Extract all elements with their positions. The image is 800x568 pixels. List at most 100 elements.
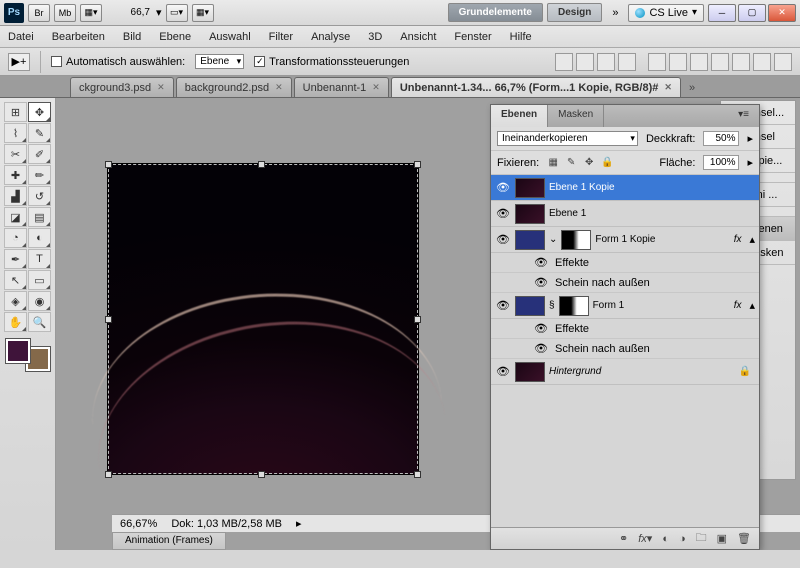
layer-thumb[interactable]: [515, 230, 545, 250]
close-icon[interactable]: ✕: [157, 82, 165, 93]
layer-name[interactable]: Form 1 Kopie: [595, 234, 729, 245]
window-minimize[interactable]: ─: [708, 4, 736, 22]
menu-fenster[interactable]: Fenster: [454, 31, 491, 43]
shape-tool[interactable]: ▭: [28, 270, 51, 290]
color-swatches[interactable]: [6, 339, 50, 371]
transform-handle[interactable]: [105, 161, 112, 168]
layer-item[interactable]: 👁 § Form 1 fx▴: [491, 293, 759, 319]
auto-select-checkbox[interactable]: Automatisch auswählen:: [51, 56, 185, 68]
lock-all-icon[interactable]: 🔒: [601, 157, 613, 169]
visibility-icon[interactable]: 👁: [533, 256, 549, 269]
align-icon[interactable]: [618, 53, 636, 71]
close-icon[interactable]: ✕: [372, 82, 380, 93]
lock-paint-icon[interactable]: ✎: [565, 157, 577, 169]
zoom-field[interactable]: [116, 5, 152, 21]
patch-tool[interactable]: ✚: [4, 165, 27, 185]
layer-effects-heading[interactable]: 👁Effekte: [491, 253, 759, 273]
transform-handle[interactable]: [105, 471, 112, 478]
pen-tool[interactable]: ✒: [4, 249, 27, 269]
3d-tool[interactable]: ◈: [4, 291, 27, 311]
current-tool-icon[interactable]: ▶+: [8, 53, 30, 71]
brush-tool[interactable]: ✏: [28, 165, 51, 185]
align-icon[interactable]: [711, 53, 729, 71]
new-layer-icon[interactable]: ▣: [717, 532, 727, 545]
dodge-tool[interactable]: ◐: [28, 228, 51, 248]
visibility-icon[interactable]: 👁: [495, 233, 511, 246]
menu-ebene[interactable]: Ebene: [159, 31, 191, 43]
transform-controls-checkbox[interactable]: Transformationssteuerungen: [254, 56, 409, 68]
tab-masken[interactable]: Masken: [548, 105, 604, 127]
workspace-more[interactable]: »: [606, 7, 624, 19]
layer-thumb[interactable]: [515, 178, 545, 198]
fill-field[interactable]: 100%: [703, 155, 739, 170]
layer-group-icon[interactable]: 🗀: [696, 529, 707, 548]
quickselect-tool[interactable]: ✎: [28, 123, 51, 143]
align-icon[interactable]: [753, 53, 771, 71]
doc-tab[interactable]: ckground3.psd✕: [70, 77, 174, 97]
layer-item[interactable]: 👁 Ebene 1: [491, 201, 759, 227]
layer-item[interactable]: 👁 Ebene 1 Kopie: [491, 175, 759, 201]
blur-tool[interactable]: ◔: [4, 228, 27, 248]
layer-mask-thumb[interactable]: [561, 230, 591, 250]
transform-handle[interactable]: [105, 316, 112, 323]
panel-menu-icon[interactable]: ▾≡: [728, 105, 759, 127]
layer-fx-icon[interactable]: fx▾: [638, 532, 652, 545]
align-icon[interactable]: [576, 53, 594, 71]
align-icon[interactable]: [774, 53, 792, 71]
layer-name[interactable]: Hintergrund: [549, 366, 735, 377]
layer-mask-icon[interactable]: ◐: [662, 533, 669, 545]
menu-hilfe[interactable]: Hilfe: [510, 31, 532, 43]
crop-tool[interactable]: ✂: [4, 144, 27, 164]
align-icon[interactable]: [732, 53, 750, 71]
extras-button[interactable]: ▦▾: [192, 4, 214, 22]
type-tool[interactable]: T: [28, 249, 51, 269]
align-icon[interactable]: [690, 53, 708, 71]
doc-tab[interactable]: Unbenannt-1✕: [294, 77, 389, 97]
layer-thumb[interactable]: [515, 204, 545, 224]
menu-ansicht[interactable]: Ansicht: [400, 31, 436, 43]
layer-name[interactable]: Ebene 1 Kopie: [549, 182, 755, 193]
screen-mode-button[interactable]: ▦▾: [80, 4, 102, 22]
window-maximize[interactable]: ▢: [738, 4, 766, 22]
cslive-button[interactable]: CS Live ▾: [628, 4, 704, 22]
layer-effects-heading[interactable]: 👁Effekte: [491, 319, 759, 339]
tab-ebenen[interactable]: Ebenen: [491, 105, 548, 127]
eraser-tool[interactable]: ◪: [4, 207, 27, 227]
layers-panel[interactable]: Ebenen Masken ▾≡ Ineinanderkopieren Deck…: [490, 104, 760, 550]
window-close[interactable]: ✕: [768, 4, 796, 22]
fx-icon[interactable]: fx: [734, 234, 742, 245]
transform-handle[interactable]: [414, 471, 421, 478]
opacity-flyout[interactable]: ▸: [747, 132, 753, 145]
arrange-button[interactable]: ▭▾: [166, 4, 188, 22]
layer-effect-item[interactable]: 👁Schein nach außen: [491, 339, 759, 359]
eyedropper-tool[interactable]: ✐: [28, 144, 51, 164]
history-brush-tool[interactable]: ↺: [28, 186, 51, 206]
fx-icon[interactable]: fx: [734, 300, 742, 311]
layer-effect-item[interactable]: 👁Schein nach außen: [491, 273, 759, 293]
transform-handle[interactable]: [258, 161, 265, 168]
transform-handle[interactable]: [414, 161, 421, 168]
layer-name[interactable]: Ebene 1: [549, 208, 755, 219]
close-icon[interactable]: ✕: [275, 82, 283, 93]
foreground-swatch[interactable]: [6, 339, 30, 363]
layer-item[interactable]: 👁 ⌄ Form 1 Kopie fx▴: [491, 227, 759, 253]
menu-3d[interactable]: 3D: [368, 31, 382, 43]
visibility-icon[interactable]: 👁: [533, 276, 549, 289]
menu-analyse[interactable]: Analyse: [311, 31, 350, 43]
auto-select-combo[interactable]: Ebene: [195, 54, 244, 69]
align-icon[interactable]: [555, 53, 573, 71]
delete-layer-icon[interactable]: 🗑: [737, 532, 751, 545]
transform-handle[interactable]: [414, 316, 421, 323]
zoom-tool[interactable]: 🔍: [28, 312, 51, 332]
path-select-tool[interactable]: ↖: [4, 270, 27, 290]
move-tool[interactable]: ✥: [28, 102, 51, 122]
lock-transparency-icon[interactable]: ▦: [547, 157, 559, 169]
3d-cam-tool[interactable]: ◉: [28, 291, 51, 311]
lasso-tool[interactable]: ⌇: [4, 123, 27, 143]
fill-flyout[interactable]: ▸: [747, 156, 753, 169]
status-zoom[interactable]: 66,67%: [120, 518, 157, 530]
fx-collapse-icon[interactable]: ▴: [749, 299, 755, 312]
tabs-overflow[interactable]: »: [683, 79, 701, 97]
fx-collapse-icon[interactable]: ▴: [749, 233, 755, 246]
menu-bearbeiten[interactable]: Bearbeiten: [52, 31, 105, 43]
